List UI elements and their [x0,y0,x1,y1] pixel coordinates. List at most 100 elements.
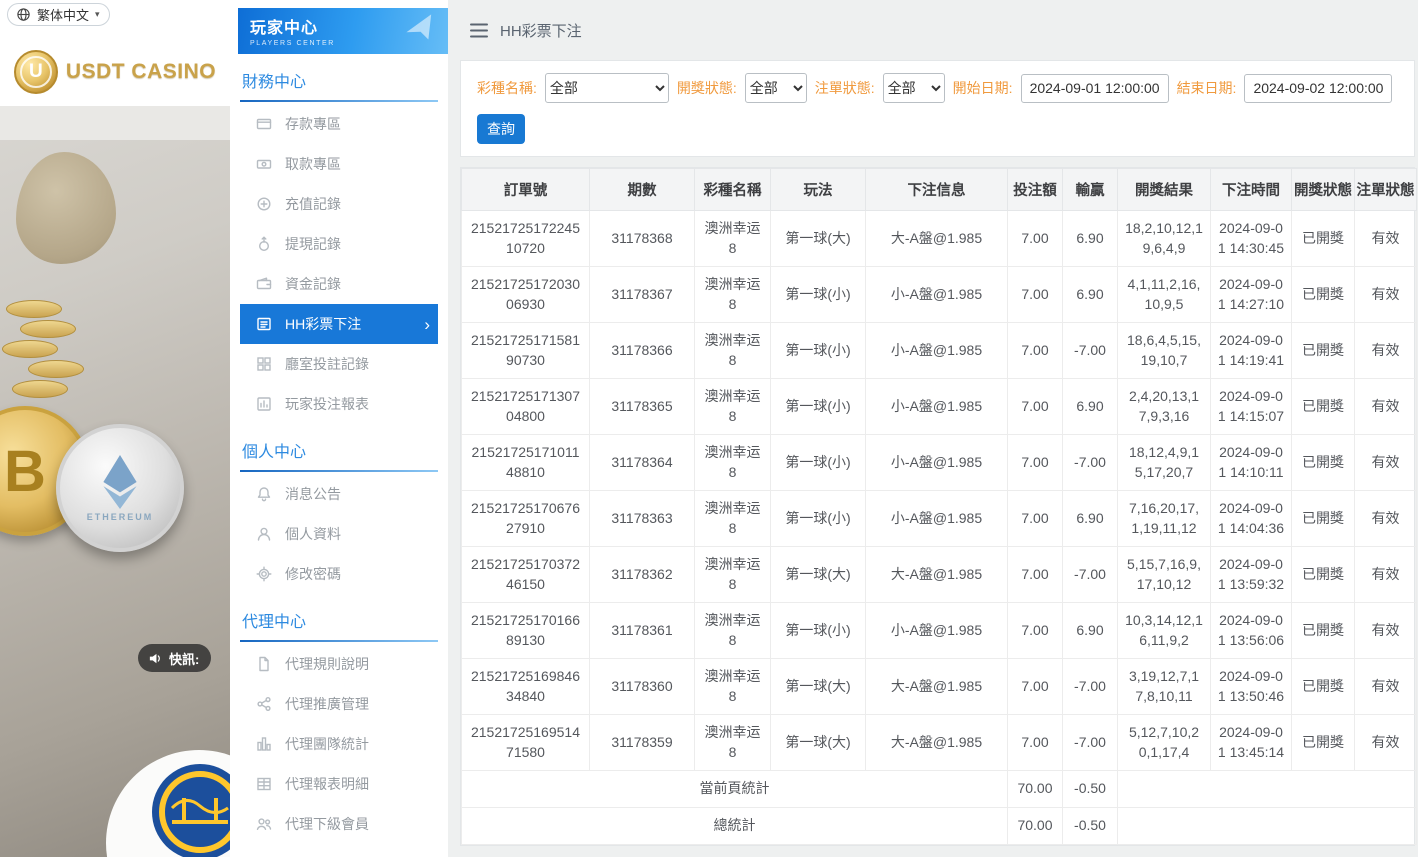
money-bag-graphic [16,152,116,264]
column-header: 下注信息 [865,168,1008,211]
sidebar-item[interactable]: 代理規則說明 [240,644,438,684]
sidebar-item[interactable]: 取款專區 [240,144,438,184]
sidebar-item[interactable]: 消息公告 [240,474,438,514]
cell-bet-amount: 7.00 [1007,714,1063,771]
sidebar-item[interactable]: 個人資料 [240,514,438,554]
cell-win-loss: -7.00 [1062,434,1118,491]
filter-row: 彩種名稱: 全部 開獎狀態: 全部 注單狀態: 全部 開始日期: 結束日期: [477,73,1398,103]
cell-order-status: 有效 [1354,546,1417,603]
filter-panel: 彩種名稱: 全部 開獎狀態: 全部 注單狀態: 全部 開始日期: 結束日期: 查… [460,60,1415,157]
end-date-input[interactable] [1244,73,1393,103]
cell-bet-amount: 7.00 [1007,434,1063,491]
cell-order-status: 有效 [1354,602,1417,659]
announcement-icon [256,486,272,502]
column-header: 輸贏 [1062,168,1118,211]
cell-draw-status: 已開獎 [1291,378,1355,435]
speaker-icon [148,651,163,666]
grand-total-empty [1117,807,1417,845]
sidebar-item-label: 個人資料 [285,526,341,542]
column-header: 投注額 [1007,168,1063,211]
sidebar-item[interactable]: 廳室投註記錄 [240,344,438,384]
cell-draw-result: 18,12,4,9,15,17,20,7 [1117,434,1211,491]
sidebar-item-label: 廳室投註記錄 [285,356,369,372]
gold-coin-graphic [2,340,58,358]
table-row: 2152172517016689130 31178361 澳洲幸运8 第一球(小) 小-… [461,602,1417,659]
cell-win-loss: -7.00 [1062,658,1118,715]
cashout-record-icon [256,236,272,252]
cell-lottery-name: 澳洲幸运8 [694,602,771,659]
logo-text: USDT CASINO [65,60,217,83]
sidebar-section: 財務中心 存款專區 取款專區 充值記錄 提現記錄 資金記錄 HH彩票下注 › 廳室投註記錄 玩家投… [230,54,448,424]
sidebar-item-label: 消息公告 [285,486,341,502]
sidebar-item[interactable]: 資金記錄 [240,264,438,304]
cell-lottery-name: 澳洲幸运8 [694,658,771,715]
page-total-winloss: -0.50 [1062,770,1118,808]
cell-period: 31178364 [589,434,695,491]
ethereum-coin-graphic: ETHEREUM [56,424,184,552]
cell-order-no: 2152172517224510720 [461,210,590,267]
casino-logo: U USDT CASINO [0,42,230,102]
cell-order-no: 2152172517037246150 [461,546,590,603]
cell-bet-info: 小-A盤@1.985 [865,602,1008,659]
sidebar-item[interactable]: 提現記錄 [240,224,438,264]
sidebar-item[interactable]: HH彩票下注 › [240,304,438,344]
cell-play-type: 第一球(小) [770,434,866,491]
sidebar-item-label: 代理推廣管理 [285,696,369,712]
cell-order-status: 有效 [1354,322,1417,379]
sidebar-item[interactable]: 代理團隊統計 [240,724,438,764]
sidebar-item[interactable]: 玩家投注報表 [240,384,438,424]
cell-order-status: 有效 [1354,378,1417,435]
order-status-select[interactable]: 全部 [882,73,945,103]
cell-order-no: 2152172517016689130 [461,602,590,659]
cell-bet-info: 大-A盤@1.985 [865,546,1008,603]
gold-coin-graphic [28,360,84,378]
cell-draw-result: 10,3,14,12,16,11,9,2 [1117,602,1211,659]
cell-lottery-name: 澳洲幸运8 [694,378,771,435]
cell-lottery-name: 澳洲幸运8 [694,546,771,603]
cell-draw-result: 5,15,7,16,9,17,10,12 [1117,546,1211,603]
sidebar-item-label: 存款專區 [285,116,341,132]
cell-draw-result: 4,1,11,2,16,10,9,5 [1117,266,1211,323]
agent-report-icon [256,776,272,792]
cell-period: 31178361 [589,602,695,659]
sidebar-item[interactable]: 代理推廣管理 [240,684,438,724]
start-date-input[interactable] [1020,73,1169,103]
cell-order-status: 有效 [1354,210,1417,267]
search-button[interactable]: 查詢 [477,114,525,144]
table-row: 2152172516984634840 31178360 澳洲幸运8 第一球(大) 大-… [461,658,1417,715]
sidebar-item-label: 代理下級會員 [285,816,369,832]
table-row: 2152172517130704800 31178365 澳洲幸运8 第一球(小) 小-… [461,378,1417,435]
sidebar-item[interactable]: 代理報表明細 [240,764,438,804]
paper-plane-icon [401,10,439,48]
sidebar-item-label: 取款專區 [285,156,341,172]
sidebar-item-label: 玩家投注報表 [285,396,369,412]
cell-order-no: 2152172517067627910 [461,490,590,547]
news-ticker[interactable]: 快訊: [138,644,212,672]
language-selector[interactable]: 繁体中文 ▾ [7,3,110,26]
sidebar-item-label: 提現記錄 [285,236,341,252]
sidebar-section-title: 代理中心 [240,594,438,642]
hamburger-menu-icon[interactable] [470,23,488,38]
sidebar-item[interactable]: 存款專區 [240,104,438,144]
lottery-name-label: 彩種名稱: [477,80,537,96]
agent-team-icon [256,736,272,752]
cell-order-no: 2152172517130704800 [461,378,590,435]
cell-draw-status: 已開獎 [1291,602,1355,659]
sidebar-item[interactable]: 代理下級會員 [240,804,438,844]
cell-play-type: 第一球(大) [770,658,866,715]
sidebar-item-label: 代理團隊統計 [285,736,369,752]
lottery-name-select[interactable]: 全部 [544,73,669,103]
left-strip [0,106,230,140]
page-total-label: 當前頁統計 [461,770,1008,808]
sidebar-section-title: 個人中心 [240,424,438,472]
sidebar-item[interactable]: 充值記錄 [240,184,438,224]
draw-status-select[interactable]: 全部 [744,73,807,103]
sidebar-item-label: HH彩票下注 [285,316,362,332]
cell-draw-result: 5,12,7,10,20,1,17,4 [1117,714,1211,771]
room-bet-record-icon [256,356,272,372]
player-report-icon [256,396,272,412]
cell-win-loss: 6.90 [1062,210,1118,267]
cell-bet-info: 小-A盤@1.985 [865,490,1008,547]
sidebar-item[interactable]: 修改密碼 [240,554,438,594]
cell-bet-amount: 7.00 [1007,602,1063,659]
